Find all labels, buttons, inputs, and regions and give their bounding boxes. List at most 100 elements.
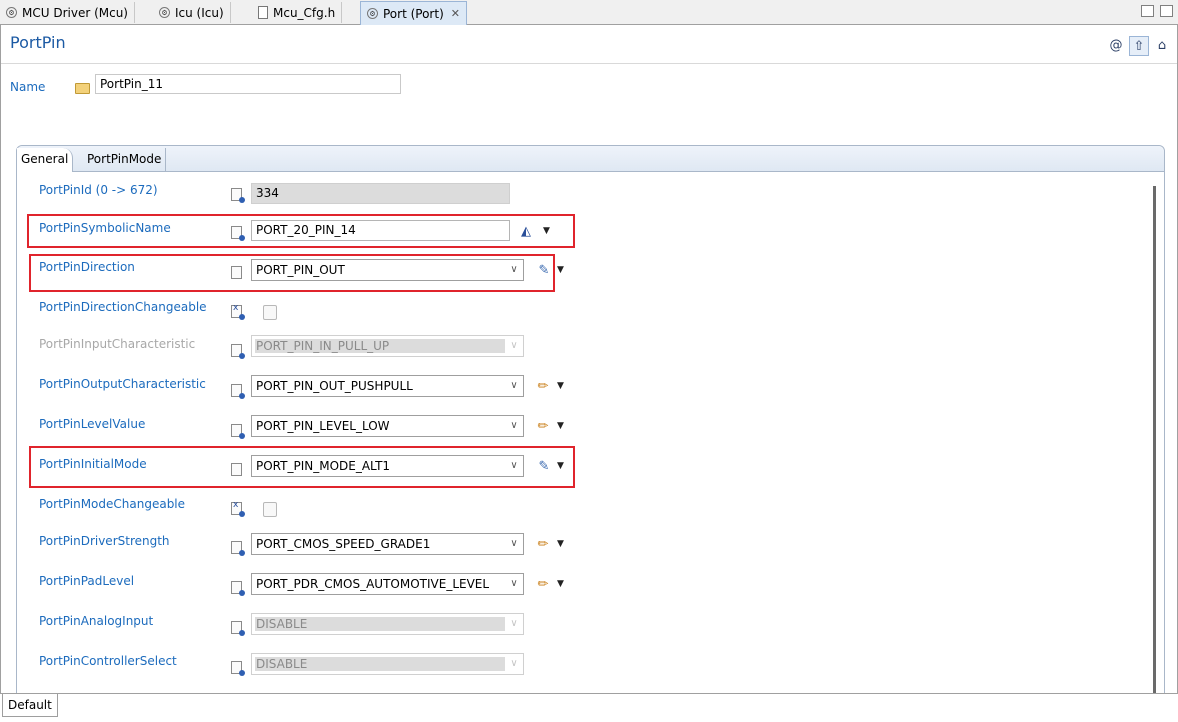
portpinanaloginput-value: DISABLE (256, 617, 308, 631)
name-label: Name (10, 80, 46, 94)
editor-tab-mcu-driver[interactable]: ⚙ MCU Driver (Mcu) (0, 2, 135, 23)
tab-default[interactable]: Default (2, 694, 58, 717)
enum-param-icon (231, 344, 245, 359)
label-portpinlevelvalue: PortPinLevelValue (39, 417, 146, 431)
portpinsymbolicname-field[interactable]: PORT_20_PIN_14 (251, 220, 510, 241)
editor-tab-bar: ⚙ MCU Driver (Mcu) ⚙ Icu (Icu) Mcu_Cfg.h… (0, 0, 1178, 25)
portpinanaloginput-select: DISABLE ∨ (251, 613, 524, 635)
portpindirectionchangeable-checkbox[interactable] (263, 305, 277, 320)
editor-tab-label: MCU Driver (Mcu) (22, 5, 128, 20)
header-divider (1, 63, 1177, 64)
header-toolbar: @ ⇧ ⌂ (1107, 36, 1171, 56)
label-portpinid: PortPinId (0 -> 672) (39, 183, 158, 197)
portpincontrollerselect-select: DISABLE ∨ (251, 653, 524, 675)
chevron-down-icon[interactable]: ▼ (557, 421, 567, 431)
label-portpindirectionchangeable: PortPinDirectionChangeable (39, 300, 207, 314)
calculate-icon[interactable]: ◭ (518, 223, 534, 239)
enum-param-icon (231, 581, 245, 596)
chevron-down-icon: ∨ (510, 658, 518, 669)
portpinmodechangeable-checkbox[interactable] (263, 502, 277, 517)
enum-param-icon (231, 661, 245, 676)
chevron-down-icon[interactable]: ∨ (507, 534, 521, 554)
chevron-down-icon[interactable]: ▼ (557, 265, 567, 275)
portpinpadlevel-select[interactable]: PORT_PDR_CMOS_AUTOMOTIVE_LEVEL ∨ (251, 573, 524, 595)
chevron-down-icon[interactable]: ▼ (557, 381, 567, 391)
portpinlevelvalue-select[interactable]: PORT_PIN_LEVEL_LOW ∨ (251, 415, 524, 437)
pencil-icon[interactable]: ✏ (535, 576, 551, 592)
editor-tab-label: Icu (Icu) (175, 5, 224, 20)
chevron-down-icon[interactable]: ∨ (507, 574, 521, 594)
gear-icon: ⚙ (6, 7, 17, 18)
portpininputcharacteristic-select: PORT_PIN_IN_PULL_UP ∨ (251, 335, 524, 357)
integer-param-icon (231, 188, 245, 203)
label-portpininputcharacteristic: PortPinInputCharacteristic (39, 337, 196, 351)
at-icon[interactable]: @ (1107, 36, 1125, 54)
editor-tab-label: Port (Port) (383, 6, 444, 21)
portpindirection-value: PORT_PIN_OUT (256, 263, 345, 277)
boolean-param-icon (231, 303, 245, 320)
gear-icon: ⚙ (367, 8, 378, 19)
tab-portpinmode[interactable]: PortPinMode (83, 148, 167, 171)
folder-icon (75, 83, 90, 94)
label-portpinsymbolicname: PortPinSymbolicName (39, 221, 171, 235)
pencil-icon[interactable]: ✏ (535, 418, 551, 434)
pencil-icon[interactable]: ✏ (535, 536, 551, 552)
form-editor: PortPin @ ⇧ ⌂ Name PortPin_11 General Po… (0, 25, 1178, 712)
chevron-down-icon[interactable]: ▼ (557, 539, 567, 549)
string-param-icon (231, 226, 245, 241)
file-icon (258, 6, 268, 19)
maximize-button[interactable] (1160, 5, 1173, 17)
label-portpininitialmode: PortPinInitialMode (39, 457, 147, 471)
page-title: PortPin (10, 33, 66, 52)
label-portpindriverstrength: PortPinDriverStrength (39, 534, 170, 548)
enum-param-icon (231, 541, 245, 556)
chevron-down-icon[interactable]: ∨ (507, 260, 521, 280)
label-portpinoutputcharacteristic: PortPinOutputCharacteristic (39, 377, 206, 391)
editor-tab-mcu-cfg-h[interactable]: Mcu_Cfg.h (252, 2, 343, 23)
chevron-down-icon[interactable]: ▼ (557, 579, 567, 589)
chevron-down-icon[interactable]: ▼ (557, 461, 567, 471)
portpinpadlevel-value: PORT_PDR_CMOS_AUTOMOTIVE_LEVEL (256, 577, 490, 591)
portpindriverstrength-select[interactable]: PORT_CMOS_SPEED_GRADE1 ∨ (251, 533, 524, 555)
vertical-scrollbar[interactable] (1153, 186, 1156, 695)
label-portpindirection: PortPinDirection (39, 260, 135, 274)
enum-param-icon (231, 384, 245, 399)
chevron-down-icon[interactable]: ∨ (507, 456, 521, 476)
portpindriverstrength-value: PORT_CMOS_SPEED_GRADE1 (256, 537, 431, 551)
minimize-button[interactable] (1141, 5, 1154, 17)
label-portpinmodechangeable: PortPinModeChangeable (39, 497, 186, 511)
portpinid-field: 334 (251, 183, 510, 204)
label-portpinanaloginput: PortPinAnalogInput (39, 614, 154, 628)
gear-icon: ⚙ (159, 7, 170, 18)
chevron-down-icon[interactable]: ∨ (507, 376, 521, 396)
editor-tab-port[interactable]: ⚙ Port (Port) ✕ (360, 1, 467, 25)
boolean-param-icon (231, 500, 245, 517)
tab-folder-header: General PortPinMode (17, 146, 1164, 172)
bottom-tab-bar: Default (0, 693, 1178, 722)
portpindirection-select[interactable]: PORT_PIN_OUT ∨ (251, 259, 524, 281)
enum-param-icon (231, 463, 242, 476)
portpincontrollerselect-value: DISABLE (256, 657, 308, 671)
chevron-down-icon[interactable]: ∨ (507, 416, 521, 436)
up-arrow-icon[interactable]: ⇧ (1129, 36, 1149, 56)
portpininputcharacteristic-value: PORT_PIN_IN_PULL_UP (256, 339, 390, 353)
wand-icon[interactable]: ✎ (536, 262, 552, 278)
chevron-down-icon[interactable]: ▼ (543, 226, 553, 236)
home-icon[interactable]: ⌂ (1153, 36, 1171, 54)
chevron-down-icon: ∨ (510, 618, 518, 629)
enum-param-icon (231, 424, 245, 439)
portpinoutputcharacteristic-select[interactable]: PORT_PIN_OUT_PUSHPULL ∨ (251, 375, 524, 397)
name-field[interactable]: PortPin_11 (95, 74, 401, 94)
label-portpincontrollerselect: PortPinControllerSelect (39, 654, 177, 668)
portpinoutputcharacteristic-value: PORT_PIN_OUT_PUSHPULL (256, 379, 413, 393)
wand-icon[interactable]: ✎ (536, 458, 552, 474)
enum-param-icon (231, 266, 242, 279)
pencil-icon[interactable]: ✏ (535, 378, 551, 394)
chevron-down-icon: ∨ (510, 340, 518, 351)
editor-tab-icu[interactable]: ⚙ Icu (Icu) (153, 2, 231, 23)
portpininitialmode-value: PORT_PIN_MODE_ALT1 (256, 459, 391, 473)
close-icon[interactable]: ✕ (451, 7, 460, 20)
portpininitialmode-select[interactable]: PORT_PIN_MODE_ALT1 ∨ (251, 455, 524, 477)
enum-param-icon (231, 621, 245, 636)
tab-general[interactable]: General (17, 148, 74, 172)
